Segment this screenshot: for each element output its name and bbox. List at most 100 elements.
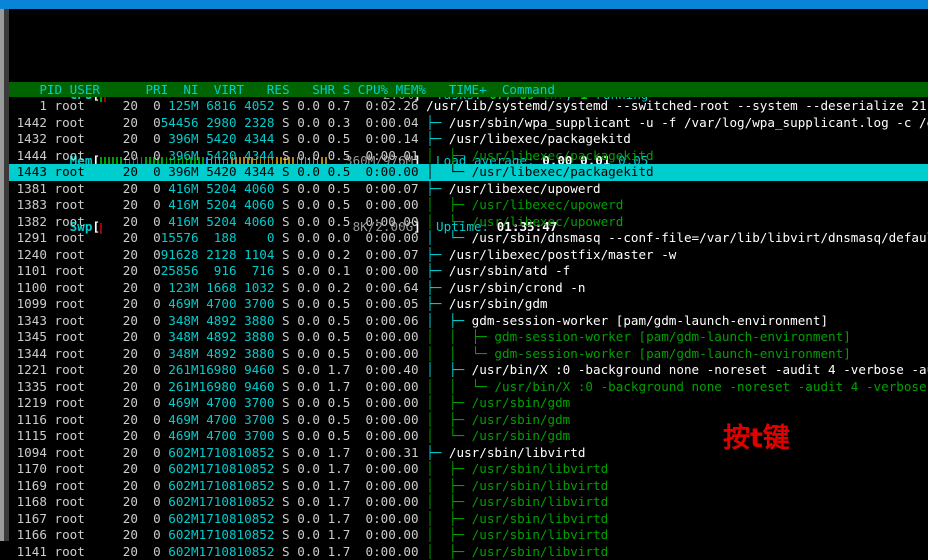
- process-pid: 1115: [9, 428, 47, 443]
- process-state: S: [282, 511, 290, 526]
- process-row[interactable]: 1099 root 20 0 469M 4700 3700 S 0.0 0.5 …: [9, 296, 928, 313]
- process-row[interactable]: 1101 root 20 025856 916 716 S 0.0 0.1 0:…: [9, 263, 928, 280]
- process-mem-percent: 0.5: [320, 329, 350, 344]
- gap: [350, 197, 365, 212]
- process-row[interactable]: 1221 root 20 0 261M16980 9460 S 0.0 1.7 …: [9, 362, 928, 379]
- gap: [47, 412, 55, 427]
- gap: [47, 230, 55, 245]
- gap: [350, 544, 365, 559]
- process-row[interactable]: 1291 root 20 015576 188 0 S 0.0 0.0 0:00…: [9, 230, 928, 247]
- process-user: root: [55, 461, 116, 476]
- process-cpu-percent: 0.0: [290, 428, 320, 443]
- process-virt: 396M: [161, 164, 199, 179]
- process-user: root: [55, 164, 116, 179]
- process-user: root: [55, 346, 116, 361]
- process-time: 0:00.00: [366, 395, 419, 410]
- process-row[interactable]: 1170 root 20 0 602M1710810852 S 0.0 1.7 …: [9, 461, 928, 478]
- process-res: 4892: [199, 346, 237, 361]
- process-row[interactable]: 1 root 20 0 125M 6816 4052 S 0.0 0.7 0:0…: [9, 98, 928, 115]
- process-row[interactable]: 1442 root 20 054456 2980 2328 S 0.0 0.3 …: [9, 115, 928, 132]
- process-nice: 0: [138, 478, 161, 493]
- process-pid: 1141: [9, 544, 47, 559]
- gap: [274, 461, 282, 476]
- process-command: /usr/libexec/packagekitd: [472, 164, 654, 179]
- process-pid: 1167: [9, 511, 47, 526]
- process-row[interactable]: 1432 root 20 0 396M 5420 4344 S 0.0 0.5 …: [9, 131, 928, 148]
- process-res: 5420: [199, 164, 237, 179]
- process-res: 17108: [199, 494, 237, 509]
- process-row[interactable]: 1345 root 20 0 348M 4892 3880 S 0.0 0.5 …: [9, 329, 928, 346]
- process-user: root: [55, 379, 116, 394]
- process-command: /usr/sbin/gdm: [472, 412, 571, 427]
- process-shr: 9460: [237, 379, 275, 394]
- process-row[interactable]: 1100 root 20 0 123M 1668 1032 S 0.0 0.2 …: [9, 280, 928, 297]
- process-mem-percent: 0.7: [320, 98, 350, 113]
- process-time: 0:00.00: [366, 511, 419, 526]
- process-mem-percent: 1.7: [320, 494, 350, 509]
- gap: [274, 313, 282, 328]
- process-user: root: [55, 395, 116, 410]
- gap: [419, 544, 427, 559]
- gap: [274, 527, 282, 542]
- process-res: 5204: [199, 197, 237, 212]
- window-titlebar[interactable]: [0, 0, 928, 9]
- gap: [47, 280, 55, 295]
- process-priority: 20: [115, 346, 138, 361]
- process-command: /usr/sbin/crond -n: [449, 280, 585, 295]
- process-row[interactable]: 1443 root 20 0 396M 5420 4344 S 0.0 0.5 …: [9, 164, 928, 181]
- process-tree-branch: ├─: [426, 115, 449, 130]
- process-res: 4700: [199, 428, 237, 443]
- process-shr: 4344: [237, 164, 275, 179]
- htop-window: CPU[2.0%] Tasks: 67, 89 thr; 1 running M…: [0, 0, 928, 541]
- process-row[interactable]: 1169 root 20 0 602M1710810852 S 0.0 1.7 …: [9, 478, 928, 495]
- process-cpu-percent: 0.0: [290, 115, 320, 130]
- process-row[interactable]: 1383 root 20 0 416M 5204 4060 S 0.0 0.5 …: [9, 197, 928, 214]
- process-priority: 20: [115, 197, 138, 212]
- process-res: 4892: [199, 329, 237, 344]
- process-mem-percent: 0.5: [320, 428, 350, 443]
- process-time: 0:00.00: [366, 197, 419, 212]
- process-tree-branch: ├─: [426, 263, 449, 278]
- process-row[interactable]: 1381 root 20 0 416M 5204 4060 S 0.0 0.5 …: [9, 181, 928, 198]
- process-row[interactable]: 1167 root 20 0 602M1710810852 S 0.0 1.7 …: [9, 511, 928, 528]
- process-row[interactable]: 1344 root 20 0 348M 4892 3880 S 0.0 0.5 …: [9, 346, 928, 363]
- gap: [274, 296, 282, 311]
- process-shr: 4060: [237, 181, 275, 196]
- process-tree-branch: │ └─: [426, 164, 472, 179]
- process-state: S: [282, 164, 290, 179]
- process-time: 0:00.00: [366, 494, 419, 509]
- process-tree-branch: │ │ └─: [426, 346, 494, 361]
- process-time: 0:00.00: [366, 214, 419, 229]
- process-mem-percent: 1.7: [320, 544, 350, 559]
- process-nice: 0: [138, 181, 161, 196]
- process-row[interactable]: 1115 root 20 0 469M 4700 3700 S 0.0 0.5 …: [9, 428, 928, 445]
- process-row[interactable]: 1168 root 20 0 602M1710810852 S 0.0 1.7 …: [9, 494, 928, 511]
- process-row[interactable]: 1444 root 20 0 396M 5420 4344 S 0.0 0.5 …: [9, 148, 928, 165]
- process-table-header[interactable]: PID USER PRI NI VIRT RES SHR S CPU% MEM%…: [9, 82, 928, 97]
- process-time: 0:00.05: [366, 296, 419, 311]
- process-row[interactable]: 1141 root 20 0 602M1710810852 S 0.0 1.7 …: [9, 544, 928, 560]
- process-row[interactable]: 1219 root 20 0 469M 4700 3700 S 0.0 0.5 …: [9, 395, 928, 412]
- process-nice: 0: [138, 230, 161, 245]
- gap: [350, 494, 365, 509]
- process-shr: 3700: [237, 412, 275, 427]
- process-tree-branch: ├─: [426, 247, 449, 262]
- process-shr: 10852: [237, 544, 275, 559]
- gap: [47, 346, 55, 361]
- process-row[interactable]: 1240 root 20 091628 2128 1104 S 0.0 0.2 …: [9, 247, 928, 264]
- process-priority: 20: [115, 329, 138, 344]
- process-command: /usr/libexec/packagekitd: [449, 131, 631, 146]
- process-mem-percent: 1.7: [320, 362, 350, 377]
- process-row[interactable]: 1343 root 20 0 348M 4892 3880 S 0.0 0.5 …: [9, 313, 928, 330]
- process-list[interactable]: 1 root 20 0 125M 6816 4052 S 0.0 0.7 0:0…: [9, 98, 928, 560]
- gap: [47, 98, 55, 113]
- process-row[interactable]: 1094 root 20 0 602M1710810852 S 0.0 1.7 …: [9, 445, 928, 462]
- process-user: root: [55, 362, 116, 377]
- process-res: 2980: [199, 115, 237, 130]
- process-row[interactable]: 1335 root 20 0 261M16980 9460 S 0.0 1.7 …: [9, 379, 928, 396]
- process-row[interactable]: 1166 root 20 0 602M1710810852 S 0.0 1.7 …: [9, 527, 928, 544]
- process-row[interactable]: 1382 root 20 0 416M 5204 4060 S 0.0 0.5 …: [9, 214, 928, 231]
- process-priority: 20: [115, 412, 138, 427]
- gap: [274, 445, 282, 460]
- process-row[interactable]: 1116 root 20 0 469M 4700 3700 S 0.0 0.5 …: [9, 412, 928, 429]
